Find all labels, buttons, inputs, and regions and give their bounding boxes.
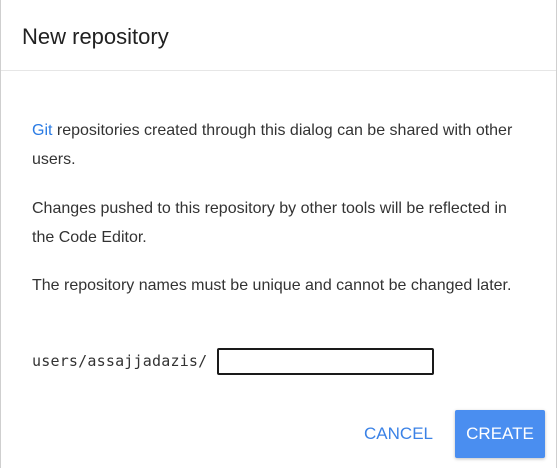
git-link[interactable]: Git [32, 122, 52, 139]
new-repository-dialog: New repository Git repositories created … [0, 0, 557, 468]
dialog-title: New repository [22, 24, 169, 49]
description-text-git: repositories created through this dialog… [32, 122, 513, 168]
repository-name-row: users/assajjadazis/ [32, 347, 435, 376]
description-paragraph-changes: Changes pushed to this repository by oth… [32, 200, 507, 246]
dialog-header: New repository [1, 0, 556, 71]
create-button[interactable]: CREATE [455, 410, 545, 458]
dialog-actions: CANCEL CREATE [352, 410, 545, 458]
cancel-button[interactable]: CANCEL [352, 410, 445, 458]
description-paragraph-names: The repository names must be unique and … [32, 277, 512, 294]
repository-path-prefix: users/assajjadazis/ [32, 352, 208, 370]
repository-name-input[interactable] [217, 348, 435, 375]
description-paragraph-git: Git repositories created through this di… [32, 116, 532, 174]
